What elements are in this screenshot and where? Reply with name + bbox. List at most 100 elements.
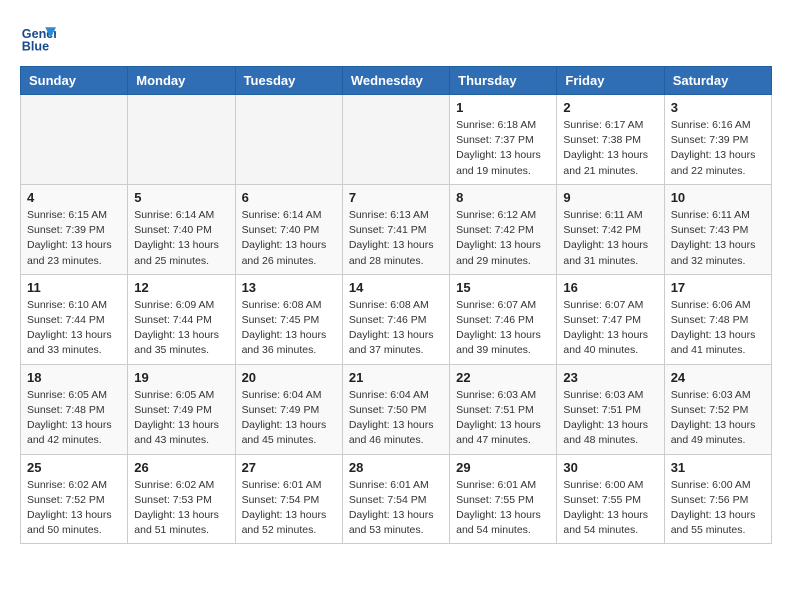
day-info: Sunrise: 6:10 AM Sunset: 7:44 PM Dayligh…	[27, 298, 121, 359]
logo-icon: General Blue	[20, 20, 56, 56]
day-info: Sunrise: 6:18 AM Sunset: 7:37 PM Dayligh…	[456, 118, 550, 179]
calendar-cell: 31 Sunrise: 6:00 AM Sunset: 7:56 PM Dayli…	[664, 454, 771, 544]
day-info: Sunrise: 6:01 AM Sunset: 7:55 PM Dayligh…	[456, 478, 550, 539]
calendar-cell: 27Sunrise: 6:01 AM Sunset: 7:54 PM Dayli…	[235, 454, 342, 544]
day-number: 30	[563, 460, 657, 475]
calendar-cell: 29 Sunrise: 6:01 AM Sunset: 7:55 PM Dayli…	[450, 454, 557, 544]
day-number: 15	[456, 280, 550, 295]
day-info: Sunrise: 6:03 AM Sunset: 7:51 PM Dayligh…	[456, 388, 550, 449]
day-number: 1	[456, 100, 550, 115]
day-number: 19	[134, 370, 228, 385]
calendar-cell: 21 Sunrise: 6:04 AM Sunset: 7:50 PM Dayli…	[342, 364, 449, 454]
calendar-cell: 3Sunrise: 6:16 AM Sunset: 7:39 PM Daylig…	[664, 95, 771, 185]
day-info: Sunrise: 6:08 AM Sunset: 7:46 PM Dayligh…	[349, 298, 443, 359]
weekday-header-row: SundayMondayTuesdayWednesdayThursdayFrid…	[21, 67, 772, 95]
calendar-cell: 26Sunrise: 6:02 AM Sunset: 7:53 PM Dayli…	[128, 454, 235, 544]
calendar-cell: 30 Sunrise: 6:00 AM Sunset: 7:55 PM Dayli…	[557, 454, 664, 544]
calendar-cell: 6Sunrise: 6:14 AM Sunset: 7:40 PM Daylig…	[235, 184, 342, 274]
calendar-cell	[21, 95, 128, 185]
day-number: 14	[349, 280, 443, 295]
calendar-cell: 2 Sunrise: 6:17 AM Sunset: 7:38 PM Daylig…	[557, 95, 664, 185]
day-info: Sunrise: 6:13 AM Sunset: 7:41 PM Dayligh…	[349, 208, 443, 269]
header: General Blue	[20, 20, 772, 56]
day-number: 17	[671, 280, 765, 295]
svg-text:Blue: Blue	[22, 40, 49, 54]
weekday-header-sunday: Sunday	[21, 67, 128, 95]
weekday-header-thursday: Thursday	[450, 67, 557, 95]
week-row-5: 25 Sunrise: 6:02 AM Sunset: 7:52 PM Dayli…	[21, 454, 772, 544]
day-number: 25	[27, 460, 121, 475]
day-info: Sunrise: 6:02 AM Sunset: 7:52 PM Dayligh…	[27, 478, 121, 539]
week-row-2: 4Sunrise: 6:15 AM Sunset: 7:39 PM Daylig…	[21, 184, 772, 274]
calendar-cell: 22Sunrise: 6:03 AM Sunset: 7:51 PM Dayli…	[450, 364, 557, 454]
day-number: 3	[671, 100, 765, 115]
day-number: 28	[349, 460, 443, 475]
day-number: 16	[563, 280, 657, 295]
day-info: Sunrise: 6:04 AM Sunset: 7:50 PM Dayligh…	[349, 388, 443, 449]
weekday-header-friday: Friday	[557, 67, 664, 95]
day-number: 7	[349, 190, 443, 205]
week-row-1: 1 Sunrise: 6:18 AM Sunset: 7:37 PM Daylig…	[21, 95, 772, 185]
day-number: 24	[671, 370, 765, 385]
calendar-cell: 1 Sunrise: 6:18 AM Sunset: 7:37 PM Daylig…	[450, 95, 557, 185]
day-info: Sunrise: 6:11 AM Sunset: 7:42 PM Dayligh…	[563, 208, 657, 269]
day-number: 8	[456, 190, 550, 205]
calendar-cell: 8Sunrise: 6:12 AM Sunset: 7:42 PM Daylig…	[450, 184, 557, 274]
day-info: Sunrise: 6:03 AM Sunset: 7:51 PM Dayligh…	[563, 388, 657, 449]
day-number: 27	[242, 460, 336, 475]
weekday-header-saturday: Saturday	[664, 67, 771, 95]
calendar-cell: 19 Sunrise: 6:05 AM Sunset: 7:49 PM Dayli…	[128, 364, 235, 454]
day-info: Sunrise: 6:14 AM Sunset: 7:40 PM Dayligh…	[134, 208, 228, 269]
day-info: Sunrise: 6:03 AM Sunset: 7:52 PM Dayligh…	[671, 388, 765, 449]
day-number: 5	[134, 190, 228, 205]
day-info: Sunrise: 6:07 AM Sunset: 7:46 PM Dayligh…	[456, 298, 550, 359]
day-number: 20	[242, 370, 336, 385]
day-info: Sunrise: 6:07 AM Sunset: 7:47 PM Dayligh…	[563, 298, 657, 359]
day-info: Sunrise: 6:14 AM Sunset: 7:40 PM Dayligh…	[242, 208, 336, 269]
day-info: Sunrise: 6:02 AM Sunset: 7:53 PM Dayligh…	[134, 478, 228, 539]
day-number: 2	[563, 100, 657, 115]
calendar-cell: 13 Sunrise: 6:08 AM Sunset: 7:45 PM Dayli…	[235, 274, 342, 364]
day-info: Sunrise: 6:00 AM Sunset: 7:56 PM Dayligh…	[671, 478, 765, 539]
calendar-cell: 25 Sunrise: 6:02 AM Sunset: 7:52 PM Dayli…	[21, 454, 128, 544]
day-number: 31	[671, 460, 765, 475]
day-number: 21	[349, 370, 443, 385]
day-number: 10	[671, 190, 765, 205]
calendar-cell: 10 Sunrise: 6:11 AM Sunset: 7:43 PM Dayli…	[664, 184, 771, 274]
calendar-cell: 15 Sunrise: 6:07 AM Sunset: 7:46 PM Dayli…	[450, 274, 557, 364]
calendar-cell: 7 Sunrise: 6:13 AM Sunset: 7:41 PM Daylig…	[342, 184, 449, 274]
day-info: Sunrise: 6:00 AM Sunset: 7:55 PM Dayligh…	[563, 478, 657, 539]
day-number: 18	[27, 370, 121, 385]
day-info: Sunrise: 6:11 AM Sunset: 7:43 PM Dayligh…	[671, 208, 765, 269]
calendar-cell: 23 Sunrise: 6:03 AM Sunset: 7:51 PM Dayli…	[557, 364, 664, 454]
day-info: Sunrise: 6:04 AM Sunset: 7:49 PM Dayligh…	[242, 388, 336, 449]
calendar-cell: 9Sunrise: 6:11 AM Sunset: 7:42 PM Daylig…	[557, 184, 664, 274]
calendar-cell: 20 Sunrise: 6:04 AM Sunset: 7:49 PM Dayli…	[235, 364, 342, 454]
calendar-cell: 18 Sunrise: 6:05 AM Sunset: 7:48 PM Dayli…	[21, 364, 128, 454]
calendar-cell: 16 Sunrise: 6:07 AM Sunset: 7:47 PM Dayli…	[557, 274, 664, 364]
calendar-cell: 12 Sunrise: 6:09 AM Sunset: 7:44 PM Dayli…	[128, 274, 235, 364]
day-number: 4	[27, 190, 121, 205]
week-row-4: 18 Sunrise: 6:05 AM Sunset: 7:48 PM Dayli…	[21, 364, 772, 454]
calendar-cell: 4Sunrise: 6:15 AM Sunset: 7:39 PM Daylig…	[21, 184, 128, 274]
week-row-3: 11 Sunrise: 6:10 AM Sunset: 7:44 PM Dayli…	[21, 274, 772, 364]
calendar-cell: 17 Sunrise: 6:06 AM Sunset: 7:48 PM Dayli…	[664, 274, 771, 364]
weekday-header-monday: Monday	[128, 67, 235, 95]
calendar-cell: 5 Sunrise: 6:14 AM Sunset: 7:40 PM Daylig…	[128, 184, 235, 274]
day-info: Sunrise: 6:06 AM Sunset: 7:48 PM Dayligh…	[671, 298, 765, 359]
day-number: 11	[27, 280, 121, 295]
day-number: 23	[563, 370, 657, 385]
day-number: 12	[134, 280, 228, 295]
calendar-cell	[342, 95, 449, 185]
day-info: Sunrise: 6:09 AM Sunset: 7:44 PM Dayligh…	[134, 298, 228, 359]
day-info: Sunrise: 6:08 AM Sunset: 7:45 PM Dayligh…	[242, 298, 336, 359]
weekday-header-tuesday: Tuesday	[235, 67, 342, 95]
weekday-header-wednesday: Wednesday	[342, 67, 449, 95]
day-info: Sunrise: 6:17 AM Sunset: 7:38 PM Dayligh…	[563, 118, 657, 179]
day-number: 13	[242, 280, 336, 295]
day-info: Sunrise: 6:05 AM Sunset: 7:49 PM Dayligh…	[134, 388, 228, 449]
calendar-cell	[128, 95, 235, 185]
day-number: 29	[456, 460, 550, 475]
calendar: SundayMondayTuesdayWednesdayThursdayFrid…	[20, 66, 772, 544]
day-info: Sunrise: 6:05 AM Sunset: 7:48 PM Dayligh…	[27, 388, 121, 449]
